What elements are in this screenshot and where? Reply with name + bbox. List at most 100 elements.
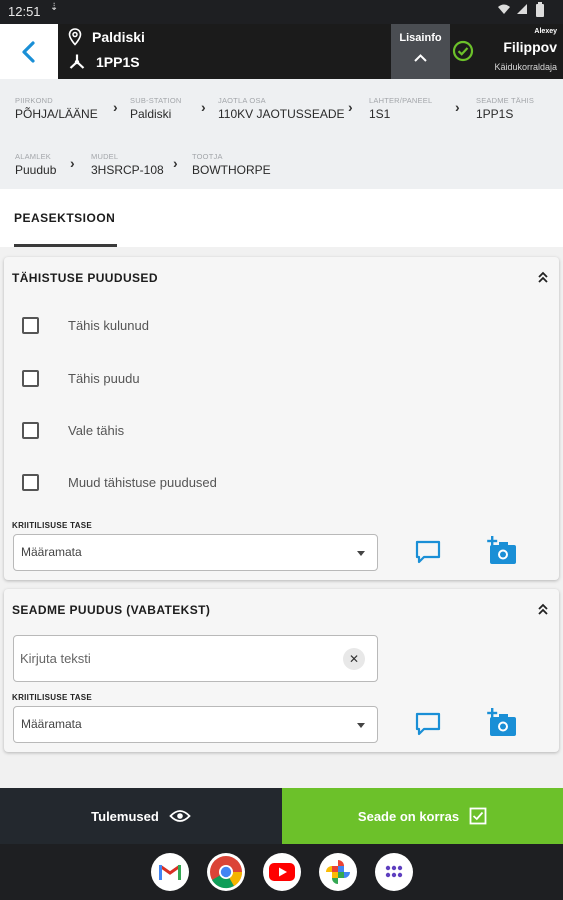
section-title: TÄHISTUSE PUUDUSED (12, 271, 158, 285)
criticality-value: Määramata (21, 545, 82, 559)
results-button[interactable]: Tulemused (0, 788, 282, 844)
lisainfo-label: Lisainfo (399, 32, 442, 44)
collapse-icon[interactable] (537, 270, 549, 284)
checkbox-row[interactable]: Tähis puudu (22, 370, 140, 387)
photos-icon[interactable] (319, 853, 357, 891)
gmail-icon[interactable] (151, 853, 189, 891)
user-last-name: Filippov (503, 39, 557, 55)
breadcrumb-value: Paldiski (130, 107, 172, 121)
breadcrumb-value: 1S1 (369, 107, 391, 121)
signal-icon (515, 2, 529, 19)
comment-icon[interactable] (414, 538, 442, 566)
breadcrumb-item[interactable]: ALAMLEK Puudub (15, 152, 56, 177)
device-ok-label: Seade on korras (357, 808, 460, 824)
breadcrumb-item[interactable]: SUB-STATION Paldiski (130, 96, 182, 121)
breadcrumb: PIIRKOND PÕHJA/LÄÄNE › SUB-STATION Paldi… (0, 79, 563, 189)
dropdown-caret-icon (357, 551, 365, 556)
results-label: Tulemused (91, 808, 159, 824)
breadcrumb-value: BOWTHORPE (192, 163, 271, 177)
breadcrumb-item[interactable]: PIIRKOND PÕHJA/LÄÄNE (15, 96, 98, 121)
breadcrumb-item[interactable]: MUDEL 3HSRCP-108 (91, 152, 164, 177)
breadcrumb-value: 3HSRCP-108 (91, 163, 164, 177)
apps-icon[interactable] (375, 853, 413, 891)
location-name: Paldiski (92, 29, 145, 45)
checkbox-row[interactable]: Vale tähis (22, 422, 124, 439)
status-time: 12:51 (8, 4, 41, 19)
criticality-value: Määramata (21, 717, 82, 731)
user-role: Käidukorraldaja (494, 62, 557, 72)
user-first-name: Alexey (534, 28, 557, 35)
checkbox-row[interactable]: Tähis kulunud (22, 317, 149, 334)
back-button[interactable] (0, 24, 58, 79)
freetext-placeholder: Kirjuta teksti (20, 651, 91, 666)
checkbox-label: Tähis puudu (68, 371, 140, 386)
breadcrumb-value: Puudub (15, 163, 57, 177)
device-node-icon (69, 54, 85, 69)
lisainfo-button[interactable]: Lisainfo (391, 24, 450, 79)
checkbox-label: Tähis kulunud (68, 318, 149, 333)
criticality-select[interactable]: Määramata (13, 706, 378, 743)
youtube-icon[interactable] (263, 853, 301, 891)
breadcrumb-key: LAHTER/PANEEL (369, 96, 433, 105)
checkbox-row[interactable]: Muud tähistuse puudused (22, 474, 217, 491)
freetext-input[interactable]: Kirjuta teksti ✕ (13, 635, 378, 682)
checkbox[interactable] (22, 474, 39, 491)
breadcrumb-key: ALAMLEK (15, 152, 51, 161)
breadcrumb-key: MUDEL (91, 152, 119, 161)
checkbox-checked-icon (469, 807, 487, 825)
breadcrumb-separator-icon: › (173, 155, 178, 171)
freetext-section-card: SEADME PUUDUS (VABATEKST) Kirjuta teksti… (4, 589, 559, 752)
app-header: Paldiski 1PP1S Lisainfo Alexey Filippov … (0, 24, 563, 79)
breadcrumb-separator-icon: › (348, 99, 353, 115)
header-device: 1PP1S (68, 53, 140, 71)
markings-section-card: TÄHISTUSE PUUDUSED Tähis kulunud Tähis p… (4, 257, 559, 580)
tab-bar: PEASEKTSIOON (0, 189, 563, 247)
breadcrumb-key: SEADME TÄHIS (476, 96, 535, 105)
add-photo-icon[interactable] (486, 535, 518, 567)
device-ok-button[interactable]: Seade on korras (282, 788, 563, 844)
eye-icon (169, 810, 191, 822)
checkbox[interactable] (22, 422, 39, 439)
breadcrumb-key: PIIRKOND (15, 96, 53, 105)
breadcrumb-value: PÕHJA/LÄÄNE (15, 107, 98, 121)
breadcrumb-value: 1PP1S (476, 107, 514, 121)
criticality-select[interactable]: Määramata (13, 534, 378, 571)
check-circle-icon (452, 40, 474, 62)
device-id: 1PP1S (96, 54, 140, 70)
breadcrumb-item[interactable]: LAHTER/PANEEL 1S1 (369, 96, 432, 121)
breadcrumb-separator-icon: › (201, 99, 206, 115)
section-title: SEADME PUUDUS (VABATEKST) (12, 603, 211, 617)
status-bar: 12:51 ⇣ (0, 0, 563, 24)
breadcrumb-item[interactable]: SEADME TÄHIS 1PP1S (476, 96, 534, 121)
wifi-icon (497, 2, 511, 19)
header-location: Paldiski (68, 28, 145, 46)
bottom-action-bar: Tulemused Seade on korras (0, 788, 563, 844)
dropdown-caret-icon (357, 723, 365, 728)
back-arrow-icon (22, 40, 35, 63)
criticality-label: KRIITILISUSE TASE (12, 521, 93, 530)
download-icon: ⇣ (50, 2, 59, 13)
breadcrumb-item[interactable]: JAOTLA OSA 110KV JAOTUSSEADE (218, 96, 345, 121)
chevron-up-icon (414, 54, 427, 62)
checkbox-label: Vale tähis (68, 423, 125, 438)
clear-icon[interactable]: ✕ (343, 648, 365, 670)
tab-peasektsioon[interactable]: PEASEKTSIOON (14, 211, 115, 225)
location-pin-icon (68, 28, 82, 46)
breadcrumb-item[interactable]: TOOTJA BOWTHORPE (192, 152, 271, 177)
criticality-label: KRIITILISUSE TASE (12, 693, 93, 702)
app-dock (0, 844, 563, 900)
breadcrumb-key: SUB-STATION (130, 96, 182, 105)
chrome-icon[interactable] (207, 853, 245, 891)
breadcrumb-separator-icon: › (70, 155, 75, 171)
user-info[interactable]: Alexey Filippov Käidukorraldaja (450, 24, 563, 79)
breadcrumb-key: JAOTLA OSA (218, 96, 266, 105)
add-photo-icon[interactable] (486, 707, 518, 739)
checkbox-label: Muud tähistuse puudused (68, 475, 217, 490)
checkbox[interactable] (22, 317, 39, 334)
breadcrumb-key: TOOTJA (192, 152, 223, 161)
collapse-icon[interactable] (537, 602, 549, 616)
comment-icon[interactable] (414, 710, 442, 738)
checkbox[interactable] (22, 370, 39, 387)
breadcrumb-separator-icon: › (113, 99, 118, 115)
main-content: TÄHISTUSE PUUDUSED Tähis kulunud Tähis p… (0, 247, 563, 788)
